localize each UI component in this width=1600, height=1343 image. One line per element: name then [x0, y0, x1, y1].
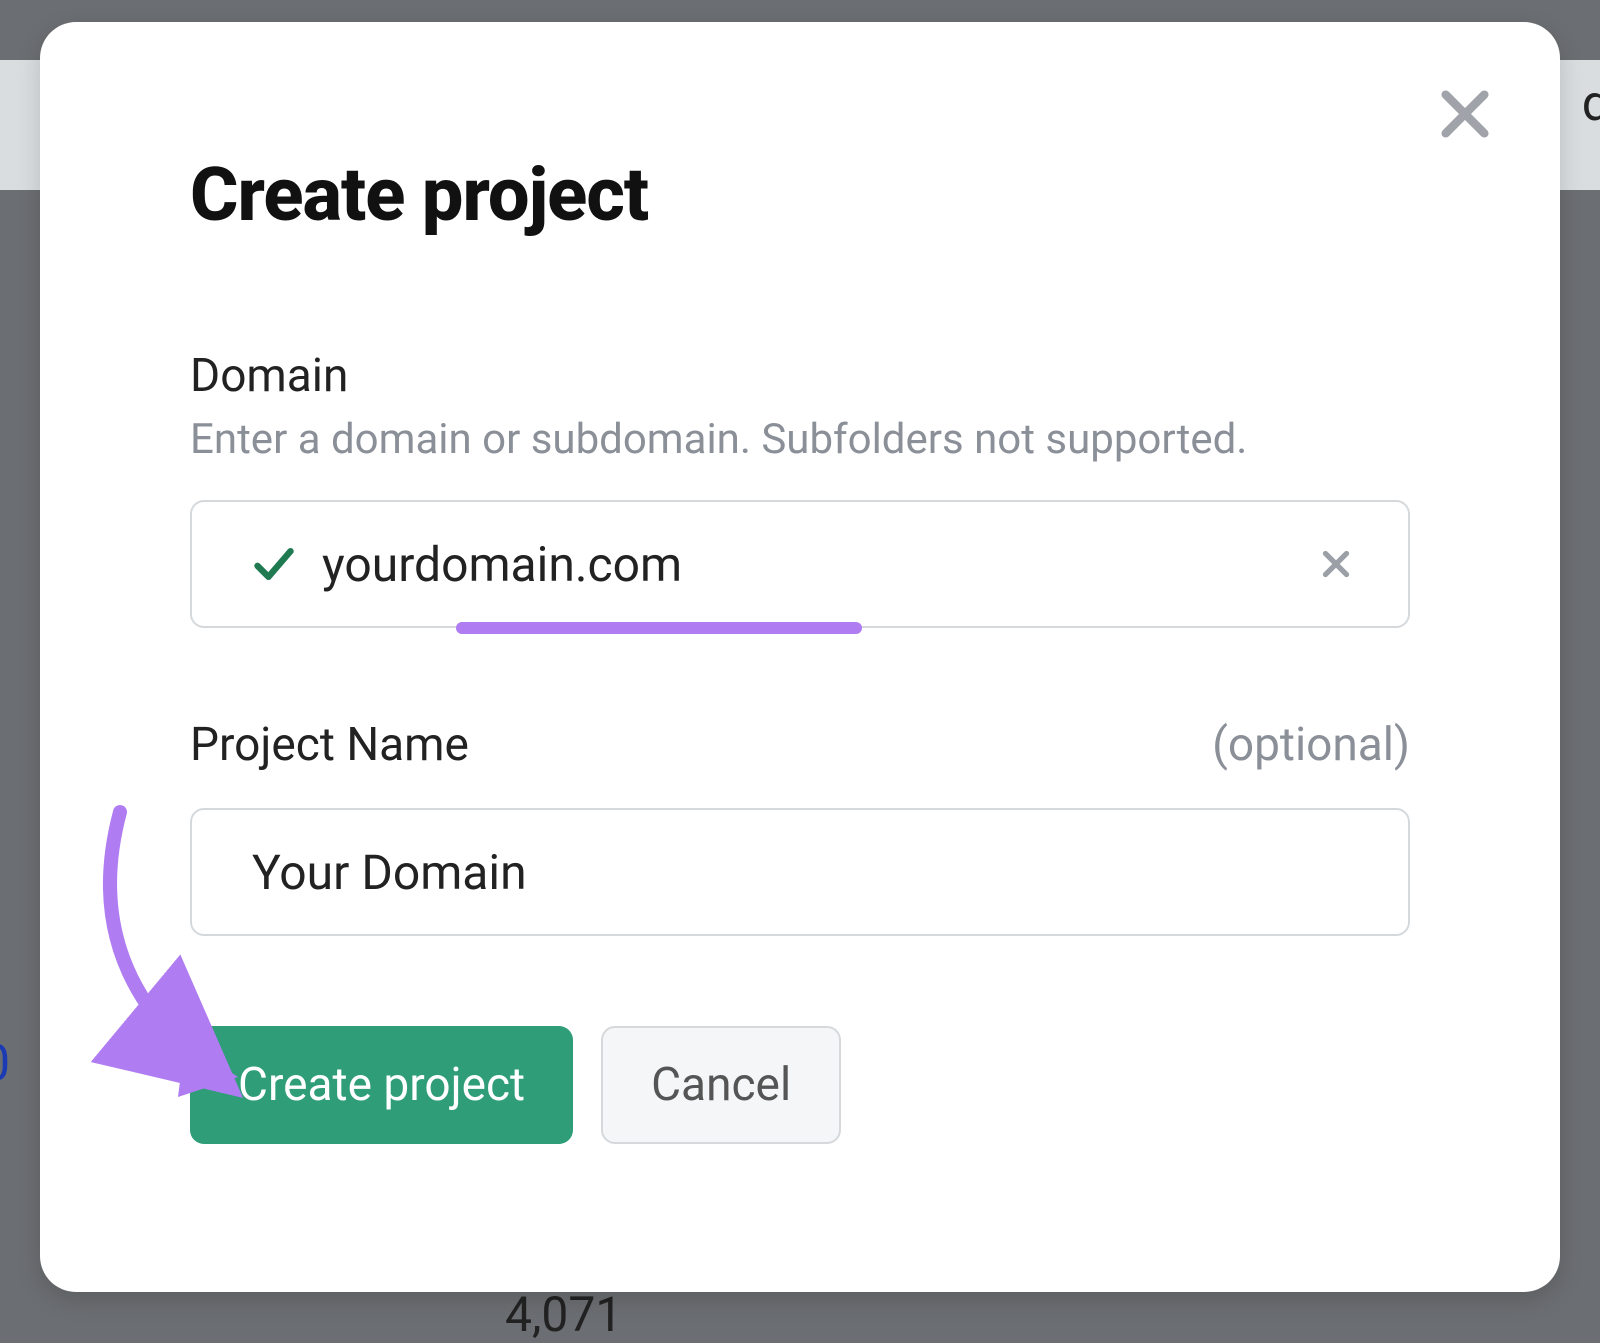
create-project-modal: Create project Domain Enter a domain or … — [40, 22, 1560, 1292]
backdrop-left-number: 0 — [0, 1035, 10, 1093]
cancel-button[interactable]: Cancel — [601, 1026, 841, 1144]
check-icon — [252, 542, 296, 586]
domain-input-wrap — [190, 500, 1410, 628]
project-name-input[interactable] — [252, 844, 1308, 901]
project-name-input-wrap — [190, 808, 1410, 936]
project-name-field-block: Project Name (optional) — [190, 718, 1410, 936]
backdrop-letter: d — [1582, 75, 1600, 133]
project-name-label: Project Name — [190, 718, 469, 772]
project-name-optional: (optional) — [1212, 718, 1410, 772]
clear-icon — [1318, 546, 1354, 582]
clear-domain-button[interactable] — [1314, 542, 1358, 586]
domain-label: Domain — [190, 349, 1410, 403]
close-icon — [1436, 85, 1494, 143]
annotation-underline — [456, 622, 862, 634]
modal-title: Create project — [190, 152, 1410, 239]
create-project-button[interactable]: Create project — [190, 1026, 573, 1144]
domain-hint: Enter a domain or subdomain. Subfolders … — [190, 415, 1410, 464]
button-row: Create project Cancel — [190, 1026, 1410, 1144]
domain-field-block: Domain Enter a domain or subdomain. Subf… — [190, 349, 1410, 628]
backdrop-bottom-number: 4,071 — [505, 1286, 622, 1343]
close-button[interactable] — [1428, 77, 1502, 151]
domain-input[interactable] — [322, 536, 1308, 593]
